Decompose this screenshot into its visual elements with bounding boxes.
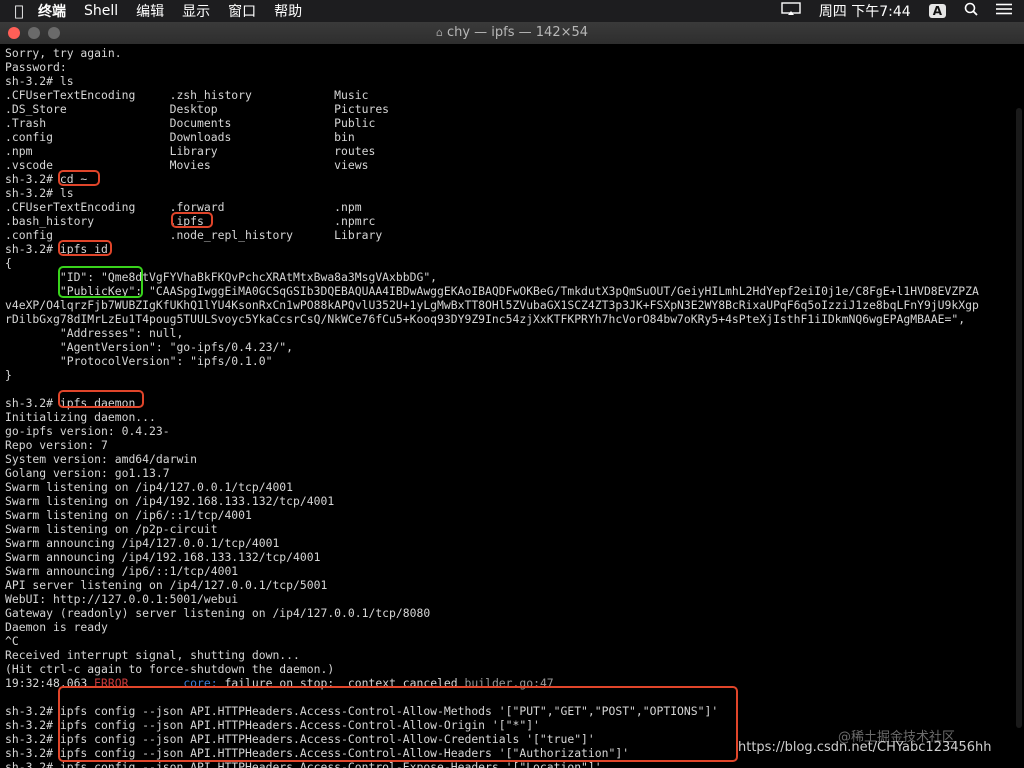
terminal-output-line: Initializing daemon... [5,410,156,424]
notification-center-icon[interactable] [996,3,1012,19]
terminal-output-line: .config Downloads bin [5,130,355,144]
highlight-ipfs-folder [171,212,213,228]
terminal-output-line: .npm Library routes [5,144,376,158]
terminal-output-line: "Addresses": null, [5,326,184,340]
terminal-output-line: .DS_Store Desktop Pictures [5,102,390,116]
terminal-output-line: Swarm listening on /ip6/::1/tcp/4001 [5,508,252,522]
watermark-url: https://blog.csdn.net/CHYabc123456hh [738,740,992,755]
terminal-output-line: Daemon is ready [5,620,108,634]
macos-menubar:  终端 Shell 编辑 显示 窗口 帮助 周四 下午7:44 A [0,0,1024,22]
apple-icon[interactable]:  [0,2,38,20]
terminal-output-line: Swarm announcing /ip4/127.0.0.1/tcp/4001 [5,536,280,550]
terminal-output-line: Swarm listening on /p2p-circuit [5,522,218,536]
terminal-output-line: Golang version: go1.13.7 [5,466,170,480]
menu-help[interactable]: 帮助 [274,1,302,21]
terminal-output-line: WebUI: http://127.0.0.1:5001/webui [5,592,239,606]
menu-app-terminal[interactable]: 终端 [38,1,66,21]
menubar-datetime[interactable]: 周四 下午7:44 [819,1,911,21]
terminal-output-line: } [5,368,12,382]
terminal-command-line: sh-3.2# ls [5,74,74,88]
terminal-command-line: sh-3.2# ls [5,186,74,200]
highlight-cd-command [58,170,100,186]
terminal-output-line: Received interrupt signal, shutting down… [5,648,300,662]
terminal-output-line: Swarm listening on /ip4/192.168.133.132/… [5,494,335,508]
spotlight-search-icon[interactable] [964,2,978,20]
terminal-output-line: "ProtocolVersion": "ipfs/0.1.0" [5,354,273,368]
window-title-text: chy — ipfs — 142×54 [446,25,589,40]
menu-window[interactable]: 窗口 [228,1,256,21]
terminal-output-line: (Hit ctrl-c again to force-shutdown the … [5,662,335,676]
display-mirror-icon[interactable] [781,2,801,20]
terminal-output-line: rDilbGxg78dIMrLzEu1T4poug5TUULSvoyc5YkaC… [5,312,966,326]
input-source-icon[interactable]: A [928,4,946,18]
terminal-output-line: .Trash Documents Public [5,116,376,130]
menu-edit[interactable]: 编辑 [136,1,164,21]
home-folder-icon: ⌂ [435,26,443,39]
terminal-scrollbar[interactable] [1016,108,1022,728]
terminal-output-line: System version: amd64/darwin [5,452,198,466]
terminal-output-line: go-ipfs version: 0.4.23- [5,424,170,438]
menubar-status-area: 周四 下午7:44 A [781,1,1024,21]
menu-view[interactable]: 显示 [182,1,210,21]
window-titlebar[interactable]: ⌂ chy — ipfs — 142×54 [0,22,1024,45]
highlight-ipfs-id-command [58,240,112,256]
terminal-output-line: Sorry, try again. [5,46,122,60]
terminal-output-line: Gateway (readonly) server listening on /… [5,606,431,620]
highlight-ipfs-daemon-command [58,390,144,408]
highlight-id-and-publickey [58,266,143,298]
menu-shell[interactable]: Shell [84,3,118,19]
window-title: ⌂ chy — ipfs — 142×54 [0,25,1024,40]
terminal-output-line: Password: [5,60,67,74]
terminal-output-line: Repo version: 7 [5,438,108,452]
terminal-output-line: .CFUserTextEncoding .zsh_history Music [5,88,369,102]
terminal-output-line: API server listening on /ip4/127.0.0.1/t… [5,578,328,592]
terminal-output-line: v4eXP/O4lqrzFjb7WUBZIgKfUKhQ1lYU4KsonRxC… [5,298,979,312]
terminal-output-line: "PublicKey": "CAASpgIwggEiMA0GCSqGSIb3DQ… [5,284,979,298]
terminal-content[interactable]: Sorry, try again. Password: sh-3.2# ls .CFU… [0,44,1024,768]
terminal-output-line: Swarm announcing /ip6/::1/tcp/4001 [5,564,239,578]
highlight-ipfs-config-commands [58,686,738,762]
terminal-output-line: "AgentVersion": "go-ipfs/0.4.23/", [5,340,294,354]
terminal-output-line: ^C [5,634,19,648]
terminal-output-line: Swarm listening on /ip4/127.0.0.1/tcp/40… [5,480,294,494]
terminal-output-line: { [5,256,12,270]
terminal-output-line: Swarm announcing /ip4/192.168.133.132/tc… [5,550,321,564]
